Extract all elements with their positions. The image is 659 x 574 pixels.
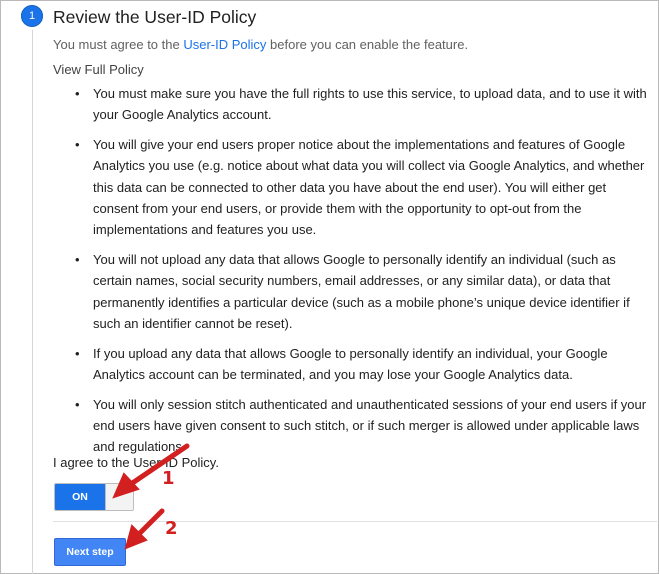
annotation-marker-1: 1 — [162, 468, 175, 489]
annotation-arrows — [112, 443, 190, 550]
arrow-1-icon — [112, 443, 190, 499]
arrow-2-icon — [124, 508, 165, 550]
annotation-marker-2: 2 — [165, 518, 178, 539]
